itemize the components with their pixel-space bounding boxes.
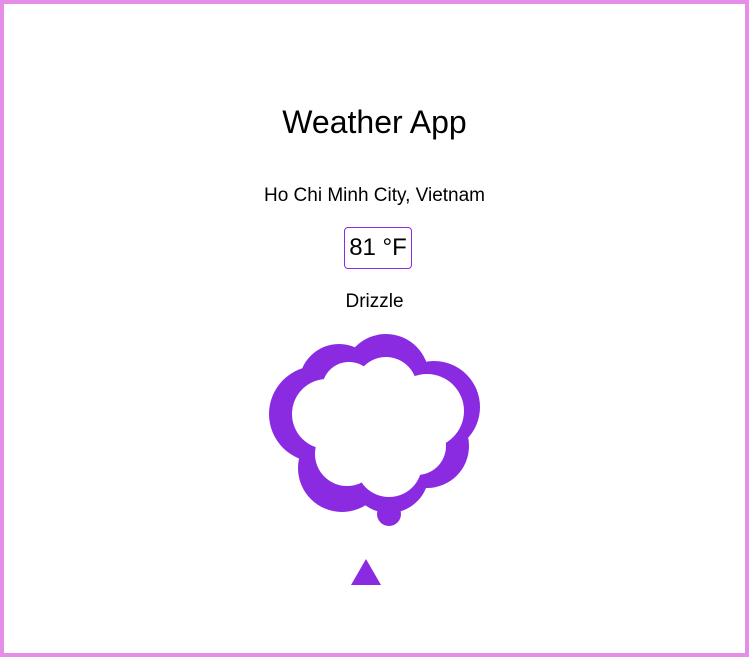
cloud-icon	[269, 334, 480, 526]
location-label: Ho Chi Minh City, Vietnam	[263, 185, 486, 206]
raindrop-triangle-icon	[351, 559, 381, 585]
temperature-value: 81 °F	[349, 234, 407, 261]
weather-condition: Drizzle	[345, 291, 404, 312]
page-title: Weather App	[282, 104, 467, 140]
app-frame: Weather App Ho Chi Minh City, Vietnam 81…	[0, 0, 749, 657]
temperature-display[interactable]: 81 °F	[344, 227, 412, 269]
